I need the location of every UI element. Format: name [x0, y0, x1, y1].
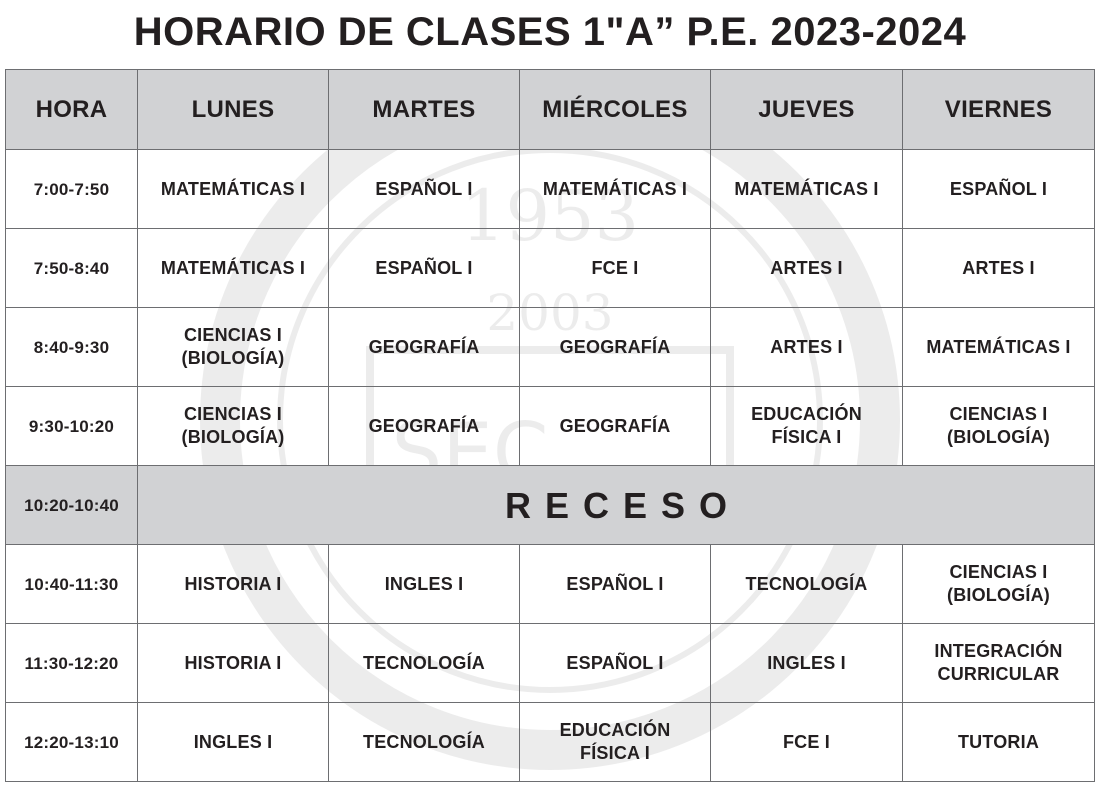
time-cell: 9:30-10:20 — [5, 386, 138, 466]
time-cell: 8:40-9:30 — [5, 307, 138, 387]
class-cell: ARTES I — [902, 228, 1095, 308]
table-row: 10:40-11:30 HISTORIA I INGLES I ESPAÑOL … — [5, 544, 1095, 624]
class-cell: GEOGRAFÍA — [328, 386, 520, 466]
class-cell: EDUCACIÓN FÍSICA I — [710, 386, 903, 466]
class-cell: FCE I — [710, 702, 903, 782]
class-cell: TECNOLOGÍA — [328, 702, 520, 782]
class-cell: CIENCIAS I (BIOLOGÍA) — [902, 544, 1095, 624]
class-cell: MATEMÁTICAS I — [519, 149, 711, 229]
class-cell: TECNOLOGÍA — [328, 623, 520, 703]
time-cell: 12:20-13:10 — [5, 702, 138, 782]
class-cell: GEOGRAFÍA — [328, 307, 520, 387]
schedule-table: HORA LUNES MARTES MIÉRCOLES JUEVES VIERN… — [5, 69, 1095, 782]
page-title: HORARIO DE CLASES 1"A” P.E. 2023-2024 — [133, 10, 967, 54]
class-cell: INGLES I — [137, 702, 329, 782]
time-cell: 7:00-7:50 — [5, 149, 138, 229]
table-row: 8:40-9:30 CIENCIAS I (BIOLOGÍA) GEOGRAFÍA… — [5, 307, 1095, 387]
class-cell: FCE I — [519, 228, 711, 308]
class-cell: TUTORIA — [902, 702, 1095, 782]
recess-time-cell: 10:20-10:40 — [5, 465, 138, 545]
class-cell: TECNOLOGÍA — [710, 544, 903, 624]
class-cell: GEOGRAFÍA — [519, 386, 711, 466]
class-cell: CIENCIAS I (BIOLOGÍA) — [137, 386, 329, 466]
class-cell: ESPAÑOL I — [328, 228, 520, 308]
column-header-viernes: VIERNES — [902, 69, 1095, 150]
class-cell: MATEMÁTICAS I — [902, 307, 1095, 387]
column-header-martes: MARTES — [328, 69, 520, 150]
class-cell: MATEMÁTICAS I — [137, 228, 329, 308]
time-cell: 11:30-12:20 — [5, 623, 138, 703]
class-cell: CIENCIAS I (BIOLOGÍA) — [902, 386, 1095, 466]
time-cell: 7:50-8:40 — [5, 228, 138, 308]
recess-row: 10:20-10:40 RECESO — [5, 465, 1095, 545]
table-row: 12:20-13:10 INGLES I TECNOLOGÍA EDUCACIÓ… — [5, 702, 1095, 782]
class-cell: MATEMÁTICAS I — [710, 149, 903, 229]
table-row: 9:30-10:20 CIENCIAS I (BIOLOGÍA) GEOGRAFÍ… — [5, 386, 1095, 466]
table-row: 7:00-7:50 MATEMÁTICAS I ESPAÑOL I MATEMÁ… — [5, 149, 1095, 229]
header-row: HORA LUNES MARTES MIÉRCOLES JUEVES VIERN… — [5, 69, 1095, 150]
column-header-hora: HORA — [5, 69, 138, 150]
class-cell: ESPAÑOL I — [902, 149, 1095, 229]
class-cell: INGLES I — [710, 623, 903, 703]
time-cell: 10:40-11:30 — [5, 544, 138, 624]
class-cell: CIENCIAS I (BIOLOGÍA) — [137, 307, 329, 387]
class-cell: INGLES I — [328, 544, 520, 624]
table-row: 7:50-8:40 MATEMÁTICAS I ESPAÑOL I FCE I … — [5, 228, 1095, 308]
class-cell: ARTES I — [710, 228, 903, 308]
class-cell: ESPAÑOL I — [519, 544, 711, 624]
class-cell: INTEGRACIÓN CURRICULAR — [902, 623, 1095, 703]
class-cell: ESPAÑOL I — [328, 149, 520, 229]
column-header-jueves: JUEVES — [710, 69, 903, 150]
class-cell: MATEMÁTICAS I — [137, 149, 329, 229]
class-cell: HISTORIA I — [137, 623, 329, 703]
class-cell: ESPAÑOL I — [519, 623, 711, 703]
column-header-miercoles: MIÉRCOLES — [519, 69, 711, 150]
recess-label: RECESO — [137, 465, 1095, 545]
class-cell: EDUCACIÓN FÍSICA I — [519, 702, 711, 782]
column-header-lunes: LUNES — [137, 69, 329, 150]
class-cell: ARTES I — [710, 307, 903, 387]
table-row: 11:30-12:20 HISTORIA I TECNOLOGÍA ESPAÑO… — [5, 623, 1095, 703]
class-cell: GEOGRAFÍA — [519, 307, 711, 387]
class-cell: HISTORIA I — [137, 544, 329, 624]
